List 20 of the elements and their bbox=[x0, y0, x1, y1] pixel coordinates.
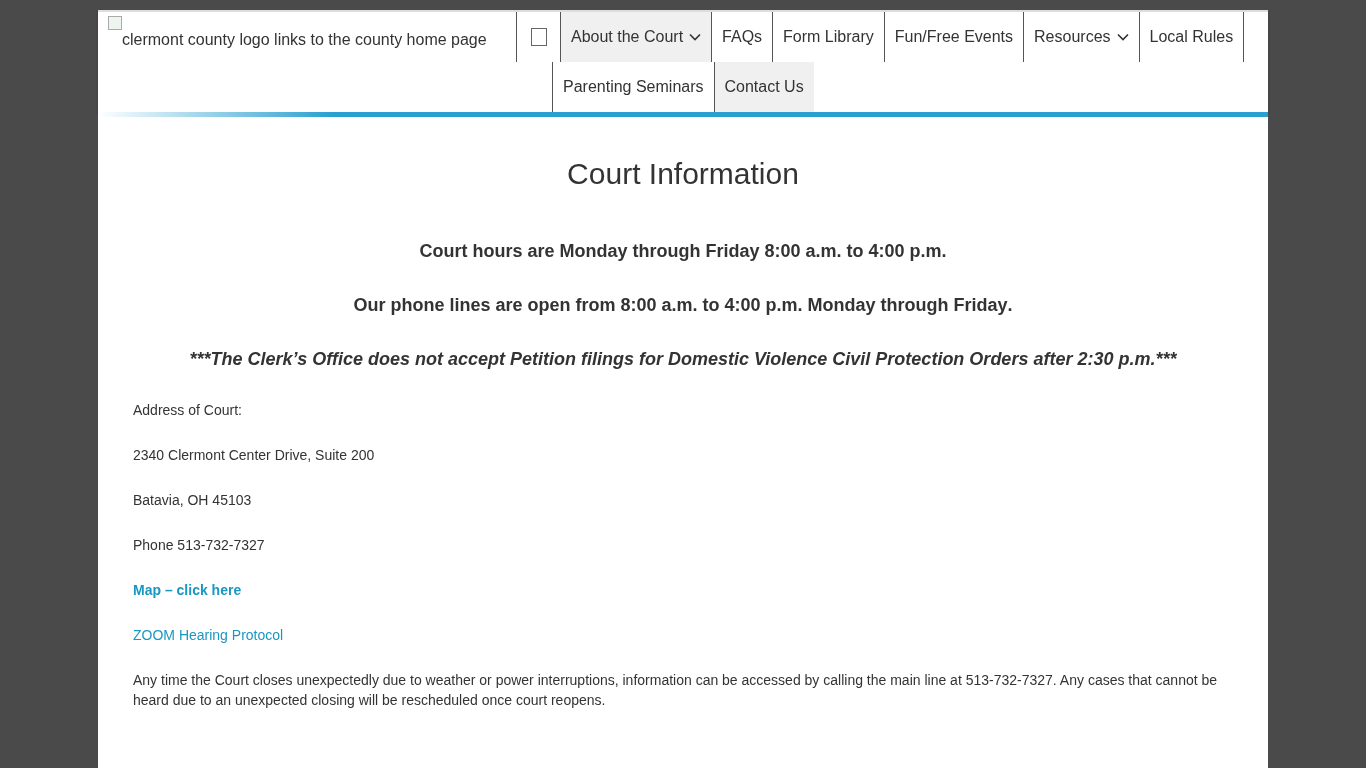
nav-link[interactable]: Fun/Free Events bbox=[883, 12, 1024, 62]
notice-text: Court hours are Monday through Friday 8:00 a.m. to 4:00 p.m. bbox=[418, 240, 948, 263]
nav-link[interactable]: Local Rules bbox=[1138, 12, 1244, 62]
body-text: Phone 513-732-7327 bbox=[133, 536, 266, 555]
notice-text: Our phone lines are open from 8:00 a.m. to 4:00 p.m. Monday through Friday. bbox=[352, 294, 1014, 317]
logo-link[interactable]: clermont county logo links to the county home page bbox=[122, 28, 487, 52]
broken-image-icon bbox=[108, 16, 122, 30]
page-title: Court Information bbox=[566, 156, 800, 192]
nav-link[interactable]: Form Library bbox=[772, 12, 884, 62]
body-text: Address of Court: bbox=[133, 401, 243, 420]
nav-link[interactable]: Parenting Seminars bbox=[552, 62, 714, 112]
body-text: 2340 Clermont Center Drive, Suite 200 bbox=[133, 446, 376, 465]
nav-link[interactable]: Contact Us bbox=[713, 62, 814, 112]
nav-link[interactable]: Resources bbox=[1023, 12, 1139, 62]
body-text: Batavia, OH 45103 bbox=[133, 491, 253, 510]
notice-text: ***The Clerk’s Office does not accept Petition filings for Domestic Violence Civil Protection Orders after 2:30 p.m.*** bbox=[188, 348, 1178, 371]
nav-link[interactable]: FAQs bbox=[711, 12, 773, 62]
body-text: Any time the Court closes unexpectedly due to weather or power interruptions, information can be accessed by calling the main line at 513-732-7327. Any cases that cannot be heard due to an unexpected closing will be rescheduled once court reopens. bbox=[133, 671, 1219, 710]
checkbox[interactable] bbox=[530, 28, 547, 46]
nav-link[interactable]: About the Court bbox=[560, 12, 712, 62]
